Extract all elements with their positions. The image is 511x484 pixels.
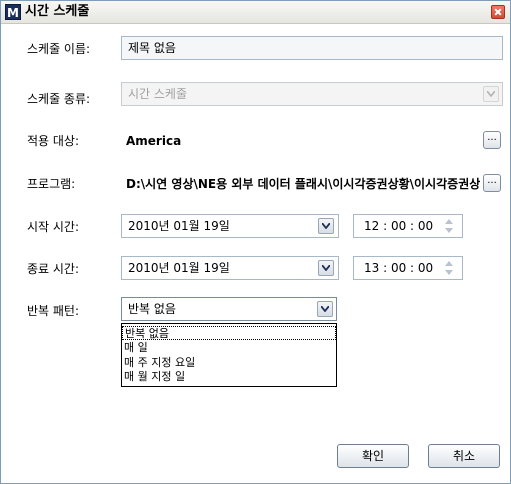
schedule-type-label: 스케줄 종류: bbox=[27, 92, 91, 106]
program-label: 프로그램: bbox=[27, 177, 76, 191]
target-browse-button[interactable]: ... bbox=[483, 131, 501, 149]
end-time-spinner-icon[interactable] bbox=[444, 259, 454, 277]
target-label: 적용 대상: bbox=[27, 134, 80, 148]
close-icon[interactable] bbox=[491, 5, 505, 19]
end-date-dropdown-icon[interactable] bbox=[318, 260, 334, 276]
program-path: D:\시연 영상\NE용 외부 데이터 플래시\이시각증권상황\이시각증권상황.… bbox=[126, 177, 480, 191]
schedule-type-select[interactable]: 시간 스케줄 bbox=[121, 82, 503, 106]
schedule-name-label: 스케줄 이름: bbox=[27, 42, 91, 56]
cancel-button[interactable]: 취소 bbox=[428, 444, 500, 468]
window-title: 시간 스케줄 bbox=[25, 4, 90, 19]
program-browse-button[interactable]: ... bbox=[483, 174, 501, 192]
target-value: America bbox=[126, 134, 182, 148]
start-date-dropdown-icon[interactable] bbox=[318, 218, 334, 234]
end-date-picker[interactable]: 2010년 01월 19일 bbox=[121, 256, 339, 280]
app-logo-icon: M bbox=[5, 4, 21, 20]
end-time-label: 종료 시간: bbox=[27, 262, 80, 276]
ok-button[interactable]: 확인 bbox=[337, 444, 409, 468]
repeat-pattern-label: 반복 패턴: bbox=[27, 304, 80, 318]
repeat-pattern-select[interactable]: 반복 없음 bbox=[121, 297, 337, 321]
repeat-option[interactable]: 반복 없음 bbox=[122, 326, 336, 340]
repeat-pattern-dropdown-icon[interactable] bbox=[317, 301, 333, 317]
start-time-label: 시작 시간: bbox=[27, 220, 80, 234]
repeat-option[interactable]: 매 주 지정 요일 bbox=[122, 356, 336, 370]
schedule-name-input[interactable]: 제목 없음 bbox=[121, 36, 503, 60]
repeat-pattern-options-list: 반복 없음 매 일 매 주 지정 요일 매 월 지정 일 bbox=[121, 323, 337, 387]
start-time-spinner-icon[interactable] bbox=[444, 217, 454, 235]
schedule-type-dropdown-icon[interactable] bbox=[483, 86, 499, 102]
repeat-option[interactable]: 매 일 bbox=[122, 341, 336, 355]
start-date-picker[interactable]: 2010년 01월 19일 bbox=[121, 214, 339, 238]
repeat-option[interactable]: 매 월 지정 일 bbox=[122, 370, 336, 384]
schedule-dialog: M 시간 스케줄 스케줄 이름: 제목 없음 스케줄 종류: 시간 스케줄 적용… bbox=[0, 0, 511, 484]
title-bar[interactable]: M 시간 스케줄 bbox=[1, 1, 510, 24]
